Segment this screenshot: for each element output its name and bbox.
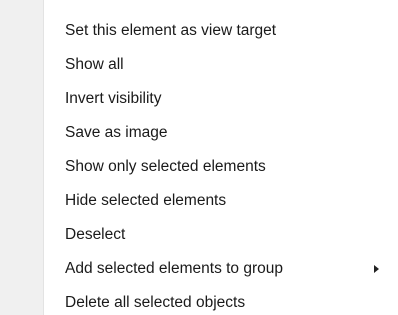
menu-item-label: Add selected elements to group: [65, 260, 283, 277]
menu-item-save-as-image[interactable]: Save as image: [0, 116, 398, 150]
menu-item-show-all[interactable]: Show all: [0, 48, 398, 82]
menu-item-label: Hide selected elements: [65, 192, 227, 209]
menu-item-delete-selected[interactable]: Delete all selected objects: [0, 286, 398, 315]
menu-item-deselect[interactable]: Deselect: [0, 218, 398, 252]
menu-list: Set this element as view target Show all…: [0, 14, 398, 315]
menu-item-label: Show only selected elements: [65, 158, 266, 175]
menu-item-label: Deselect: [65, 226, 126, 243]
menu-item-label: Delete all selected objects: [65, 294, 246, 311]
menu-item-hide-selected[interactable]: Hide selected elements: [0, 184, 398, 218]
menu-item-label: Save as image: [65, 124, 168, 141]
menu-item-label: Show all: [65, 56, 124, 73]
menu-item-label: Invert visibility: [65, 90, 162, 107]
menu-item-label: Set this element as view target: [65, 22, 277, 39]
context-menu: Set this element as view target Show all…: [0, 0, 398, 315]
menu-item-add-to-group[interactable]: Add selected elements to group: [0, 252, 398, 286]
submenu-arrow-icon: [374, 265, 379, 273]
menu-item-show-only-selected[interactable]: Show only selected elements: [0, 150, 398, 184]
menu-item-invert-visibility[interactable]: Invert visibility: [0, 82, 398, 116]
menu-item-set-view-target[interactable]: Set this element as view target: [0, 14, 398, 48]
